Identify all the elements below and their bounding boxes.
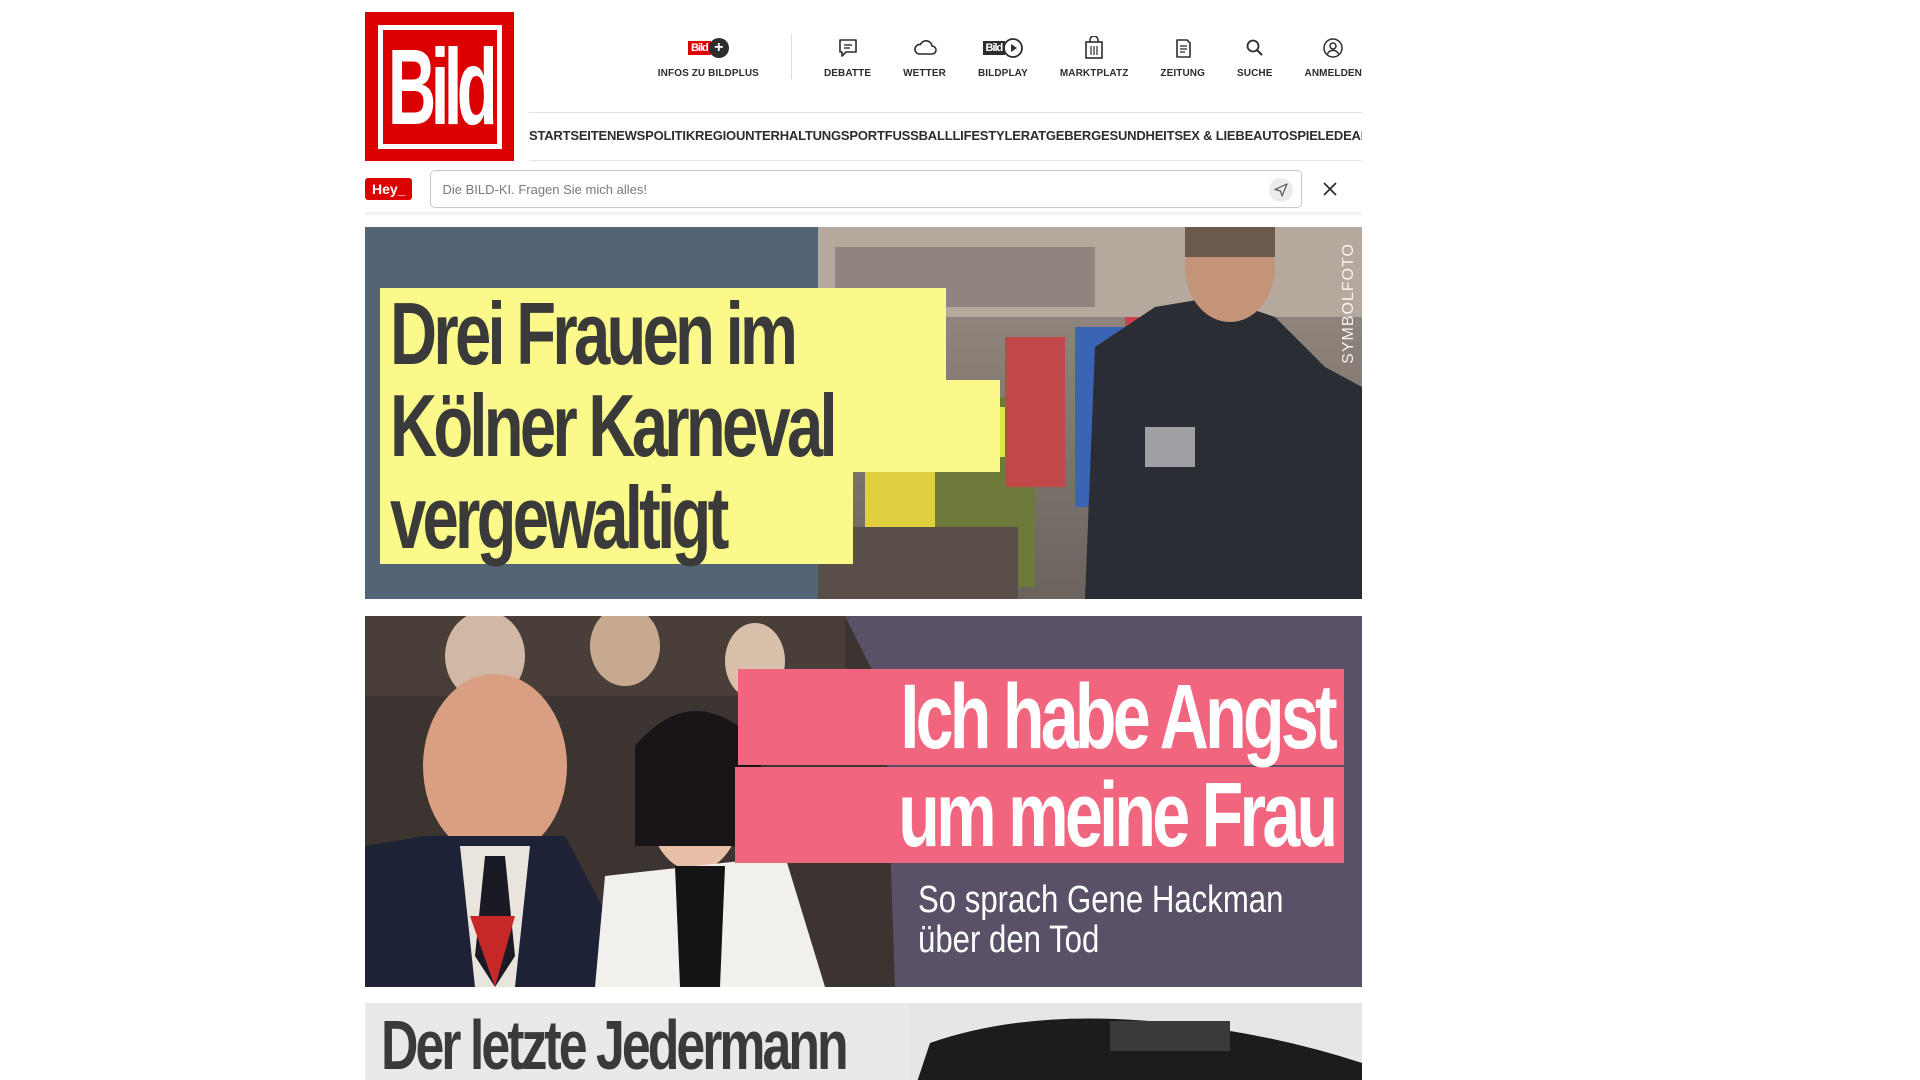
service-bildplus[interactable]: Bild + INFOS ZU BILDPLUS (642, 34, 792, 79)
bild-logo[interactable]: Bild (365, 12, 514, 161)
teaser-headline: Ich habe Angst um meine Frau (734, 669, 1344, 863)
photo-label: SYMBOLFOTO (1340, 243, 1357, 364)
service-label: BILDPLAY (977, 68, 1028, 79)
ai-assistant-bar: Hey_ (365, 166, 1362, 212)
subline-line: über den Tod (918, 919, 1100, 961)
nav-item-auto[interactable]: AUTO (1253, 128, 1289, 143)
headline-line: vergewaltigt (380, 472, 854, 564)
bildplus-icon: Bild + (687, 34, 729, 62)
page: Bild Bild + INFOS ZU BILDPLUS DEBATTE WE… (365, 0, 1362, 1080)
plus-icon: + (708, 38, 729, 58)
service-marktplatz[interactable]: MARKTPLATZ (1044, 34, 1145, 79)
service-label: MARKTPLATZ (1059, 68, 1129, 79)
user-icon (1322, 34, 1344, 62)
teaser-photo-image (910, 1003, 1362, 1080)
service-label: ZEITUNG (1160, 68, 1206, 79)
ai-question-input[interactable] (431, 171, 1302, 207)
ai-input-wrapper (430, 170, 1303, 208)
main-navigation: STARTSEITE NEWS POLITIK REGIO UNTERHALTU… (529, 128, 1362, 143)
service-bar: Bild + INFOS ZU BILDPLUS DEBATTE WETTER … (642, 34, 1362, 90)
subline-line: So sprach Gene Hackman (918, 879, 1284, 921)
teaser-headline: Drei Frauen im Kölner Karneval vergewalt… (380, 288, 1000, 564)
service-bildplay[interactable]: Bild BILDPLAY (962, 34, 1044, 79)
service-suche[interactable]: SUCHE (1221, 34, 1289, 79)
play-icon: Bild (982, 34, 1024, 62)
service-label: ANMELDEN (1304, 68, 1362, 79)
service-label: DEBATTE (823, 68, 872, 79)
headline-line: Kölner Karneval (380, 380, 1000, 472)
logo-frame: Bild (377, 24, 502, 149)
bildplay-mini-logo: Bild (982, 41, 1006, 55)
nav-item-startseite[interactable]: STARTSEITE (529, 128, 607, 143)
nav-divider (529, 160, 1362, 161)
nav-item-sex-liebe[interactable]: SEX & LIEBE (1174, 128, 1253, 143)
nav-item-deals[interactable]: DEALS (1334, 128, 1362, 143)
close-icon (1323, 182, 1338, 196)
teaser-photo-bw (910, 1003, 1362, 1080)
service-label: SUCHE (1237, 68, 1273, 79)
service-zeitung[interactable]: ZEITUNG (1144, 34, 1221, 79)
nav-item-gesundheit[interactable]: GESUNDHEIT (1091, 128, 1174, 143)
logo-text: Bild (387, 25, 497, 147)
search-icon (1245, 34, 1265, 62)
service-label: WETTER (903, 68, 946, 79)
teaser-text-area: Der letzte Jedermann (365, 1003, 910, 1080)
nav-item-sport[interactable]: SPORT (841, 128, 885, 143)
hey-badge: Hey_ (365, 178, 413, 200)
nav-item-fussball[interactable]: FUSSBALL (885, 128, 953, 143)
service-debatte[interactable]: DEBATTE (808, 34, 887, 79)
headline-line: um meine Frau (734, 767, 1344, 863)
service-wetter[interactable]: WETTER (887, 34, 962, 79)
nav-item-lifestyle[interactable]: LIFESTYLE (952, 128, 1020, 143)
nav-item-news[interactable]: NEWS (607, 128, 645, 143)
teaser-hackman[interactable]: Ich habe Angst um meine Frau So sprach G… (365, 616, 1362, 987)
send-icon (1274, 183, 1289, 197)
chat-bubble-icon (837, 34, 859, 62)
newspaper-icon (1173, 34, 1193, 62)
headline-line: Ich habe Angst (738, 669, 1344, 765)
close-button[interactable] (1318, 177, 1342, 201)
nav-item-regio[interactable]: REGIO (695, 128, 736, 143)
shopping-bag-icon (1083, 34, 1105, 62)
header-divider (529, 112, 1362, 113)
cloud-icon (912, 34, 938, 62)
nav-item-politik[interactable]: POLITIK (645, 128, 695, 143)
bildplus-mini-logo: Bild (687, 41, 711, 55)
nav-item-unterhaltung[interactable]: UNTERHALTUNG (736, 128, 841, 143)
teaser-subline: So sprach Gene Hackman über den Tod (918, 880, 1362, 960)
ai-bar-shadow (365, 212, 1362, 216)
nav-item-ratgeber[interactable]: RATGEBER (1021, 128, 1092, 143)
service-label: INFOS ZU BILDPLUS (657, 68, 759, 79)
teaser-karneval[interactable]: Drei Frauen im Kölner Karneval vergewalt… (365, 227, 1362, 599)
teaser-jedermann[interactable]: Der letzte Jedermann (365, 1003, 1362, 1080)
nav-item-spiele[interactable]: SPIELE (1289, 128, 1334, 143)
headline-line: Drei Frauen im (380, 288, 947, 380)
service-anmelden[interactable]: ANMELDEN (1289, 34, 1362, 79)
